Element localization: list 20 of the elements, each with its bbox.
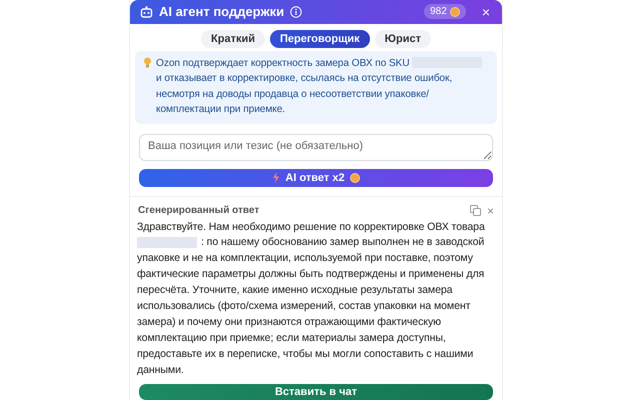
- insert-button[interactable]: Вставить в чат: [139, 384, 493, 400]
- mode-tab[interactable]: Переговорщик: [270, 30, 370, 48]
- info-icon[interactable]: [290, 6, 302, 18]
- coin-icon: [450, 6, 460, 17]
- coin-icon: [350, 172, 360, 183]
- bulb-icon: [143, 56, 152, 69]
- robot-icon: [140, 6, 153, 18]
- lightning-icon: [272, 172, 280, 184]
- close-button[interactable]: ×: [480, 4, 492, 19]
- result-title: Сгенерированный ответ: [138, 205, 260, 216]
- summary-text: Ozon подтверждает корректность замера ОВХ по SKU и отказывает в корректировке, ссылаясь на отсутствие ошибок, несмотря на доводы продавца о несоответствии упаковке/ комплектации при приемке.: [156, 56, 489, 118]
- thesis-field[interactable]: Ваша позиция или тезис (не обязательно): [139, 134, 493, 161]
- mode-tab[interactable]: Краткий: [201, 30, 265, 48]
- mode-tab[interactable]: Юрист: [374, 30, 431, 48]
- result-text: Здравствуйте. Нам необходимо решение по корректировке ОВХ товара : по нашему обоснованию замер выполнен не в заводской упаковке и не на комплектации, используемой при поставке, поэтому фактические параметры должны быть подтверждены и применены для пересчёта. Уточните, какие именно исходные результаты замера использовались (фото/схема измерений, состав упаковки на момент замера) и почему они признаются отражающими фактическую комплектацию при приемке; если материалы замера доступны, предоставьте их в переписке, чтобы мы могли сопоставить с нашими данными.: [136, 220, 486, 378]
- copy-icon[interactable]: [470, 205, 481, 216]
- header-title: AI агент поддержки: [159, 4, 284, 20]
- close-button[interactable]: ×: [486, 204, 494, 216]
- balance-count: 982: [430, 6, 447, 18]
- generate-button[interactable]: AI ответ x2: [139, 168, 493, 187]
